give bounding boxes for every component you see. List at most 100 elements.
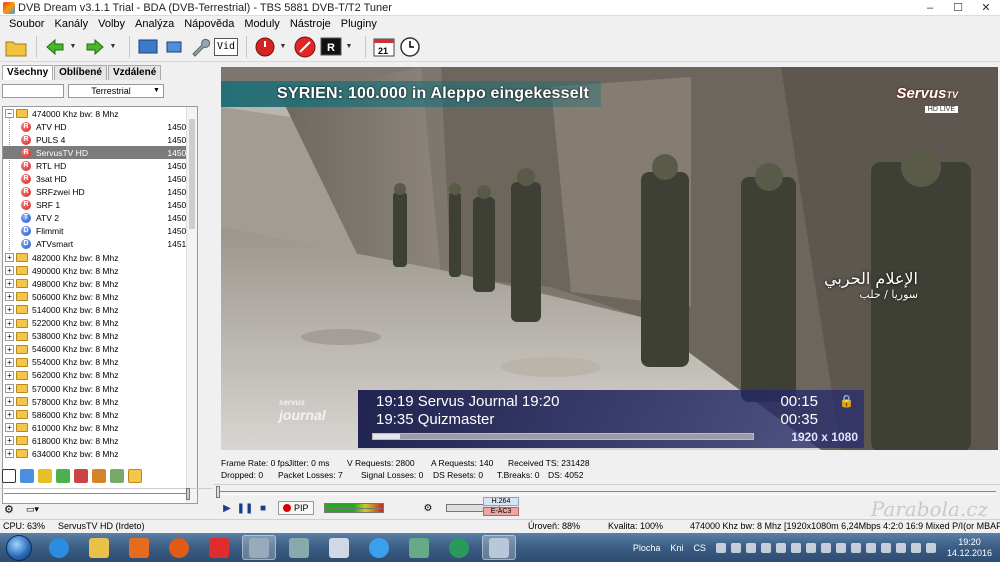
maximize-button[interactable]: ☐: [944, 0, 972, 16]
channel-row[interactable]: D ATVsmart 14510: [3, 238, 197, 251]
kni-toolbar-label[interactable]: Kni: [670, 543, 683, 553]
expand-icon[interactable]: +: [5, 384, 14, 394]
folder-small-icon[interactable]: [128, 469, 142, 483]
back-dropdown-icon[interactable]: ▼: [69, 43, 77, 50]
taskbar-scanner-icon[interactable]: [402, 535, 436, 560]
channel-row[interactable]: R PULS 4 14502: [3, 133, 197, 146]
mux-row-expanded[interactable]: − 474000 Khz bw: 8 Mhz: [3, 107, 197, 120]
expand-icon[interactable]: +: [5, 318, 14, 328]
mux-row[interactable]: +562000 Khz bw: 8 Mhz: [3, 369, 197, 382]
tray-icon[interactable]: [850, 542, 861, 553]
volume-tray-icon[interactable]: [925, 542, 936, 553]
channel-row[interactable]: D Flimmit 14509: [3, 225, 197, 238]
channel-search-input[interactable]: [2, 83, 64, 98]
tray-icon[interactable]: [820, 542, 831, 553]
screen-dropdown-icon[interactable]: ▭▾: [26, 504, 39, 515]
menu-help[interactable]: Nápověda: [179, 18, 239, 30]
tree-scrollbar[interactable]: [186, 107, 197, 503]
diamond-blue-icon[interactable]: [20, 469, 34, 483]
taskbar-firefox-icon[interactable]: [162, 535, 196, 560]
fullscreen-icon[interactable]: [136, 35, 160, 59]
tray-icon[interactable]: [715, 542, 726, 553]
calendar-icon[interactable]: 21: [372, 35, 396, 59]
diamond-green-icon[interactable]: [56, 469, 70, 483]
mux-row[interactable]: +506000 Khz bw: 8 Mhz: [3, 290, 197, 303]
heart-icon[interactable]: [74, 469, 88, 483]
mux-row[interactable]: +570000 Khz bw: 8 Mhz: [3, 382, 197, 395]
expand-icon[interactable]: +: [5, 423, 14, 433]
minus-icon[interactable]: [2, 469, 16, 483]
expand-icon[interactable]: +: [5, 357, 14, 367]
expand-icon[interactable]: +: [5, 331, 14, 341]
list-icon[interactable]: [110, 469, 124, 483]
record-icon[interactable]: [253, 35, 277, 59]
mux-row[interactable]: +610000 Khz bw: 8 Mhz: [3, 421, 197, 434]
network-icon[interactable]: [910, 542, 921, 553]
taskbar-window-icon[interactable]: [482, 535, 516, 560]
mux-row[interactable]: +586000 Khz bw: 8 Mhz: [3, 408, 197, 421]
tools-wrench-icon[interactable]: [188, 35, 212, 59]
pause-button[interactable]: ❚❚: [237, 501, 254, 515]
tab-remote[interactable]: Vzdálené: [107, 65, 162, 80]
window-mode-icon[interactable]: [162, 35, 186, 59]
play-button[interactable]: ▶: [220, 501, 234, 515]
mux-row[interactable]: +482000 Khz bw: 8 Mhz: [3, 251, 197, 264]
tray-icon[interactable]: [760, 542, 771, 553]
taskbar-explorer-icon[interactable]: [82, 535, 116, 560]
video-settings-button[interactable]: Vid: [214, 35, 238, 59]
channel-row[interactable]: R RTL HD 14504: [3, 159, 197, 172]
open-folder-icon[interactable]: [4, 35, 28, 59]
expand-icon[interactable]: +: [5, 292, 14, 302]
mux-row[interactable]: +554000 Khz bw: 8 Mhz: [3, 356, 197, 369]
expand-icon[interactable]: +: [5, 279, 14, 289]
expand-icon[interactable]: +: [5, 397, 14, 407]
menu-plugins[interactable]: Pluginy: [336, 18, 382, 30]
tray-icon[interactable]: [745, 542, 756, 553]
seek-bar[interactable]: [216, 486, 996, 498]
tray-icon[interactable]: [865, 542, 876, 553]
forward-arrow-icon[interactable]: [83, 35, 107, 59]
tab-all[interactable]: Všechny: [2, 65, 54, 80]
menu-modules[interactable]: Moduly: [239, 18, 284, 30]
minimize-button[interactable]: –: [916, 0, 944, 16]
tray-icon[interactable]: [730, 542, 741, 553]
tray-icon[interactable]: [775, 542, 786, 553]
tray-icon[interactable]: [880, 542, 891, 553]
back-arrow-icon[interactable]: [43, 35, 67, 59]
diamond-yellow-icon[interactable]: [38, 469, 52, 483]
teletext-icon[interactable]: R: [319, 35, 343, 59]
taskbar-globe-icon[interactable]: [442, 535, 476, 560]
video-display[interactable]: SYRIEN: 100.000 in Aleppo eingekesselt S…: [221, 67, 998, 450]
expand-icon[interactable]: +: [5, 436, 14, 446]
menu-channels[interactable]: Kanály: [49, 18, 93, 30]
collapse-icon[interactable]: −: [5, 109, 14, 119]
seek-knob[interactable]: [216, 486, 220, 498]
menu-file[interactable]: Soubor: [4, 18, 49, 30]
close-button[interactable]: ✕: [972, 0, 1000, 16]
channel-row[interactable]: R ATV HD 14501: [3, 120, 197, 133]
clock-icon[interactable]: [398, 35, 422, 59]
forward-dropdown-icon[interactable]: ▼: [109, 43, 117, 50]
mux-row[interactable]: +578000 Khz bw: 8 Mhz: [3, 395, 197, 408]
channel-row[interactable]: R SRF 1 14507: [3, 199, 197, 212]
language-indicator[interactable]: CS: [693, 543, 706, 553]
menu-tools[interactable]: Nástroje: [285, 18, 336, 30]
taskbar-w-icon[interactable]: [202, 535, 236, 560]
mux-row[interactable]: +618000 Khz bw: 8 Mhz: [3, 434, 197, 447]
panel-slider[interactable]: [4, 488, 190, 500]
taskbar-cloud-icon[interactable]: [362, 535, 396, 560]
expand-icon[interactable]: +: [5, 410, 14, 420]
mux-row[interactable]: +634000 Khz bw: 8 Mhz: [3, 447, 197, 460]
taskbar-dvbdream-icon[interactable]: [242, 535, 276, 560]
mux-row[interactable]: +490000 Khz bw: 8 Mhz: [3, 264, 197, 277]
taskbar-tools-icon[interactable]: [282, 535, 316, 560]
expand-icon[interactable]: +: [5, 449, 14, 459]
taskbar-calculator-icon[interactable]: [322, 535, 356, 560]
source-type-select[interactable]: Terrestrial ▼: [68, 83, 164, 98]
expand-icon[interactable]: +: [5, 344, 14, 354]
volume-icon[interactable]: ⚙: [424, 503, 433, 514]
mux-row[interactable]: +538000 Khz bw: 8 Mhz: [3, 330, 197, 343]
expand-icon[interactable]: +: [5, 253, 14, 263]
favorite-icon[interactable]: [92, 469, 106, 483]
tray-icon[interactable]: [790, 542, 801, 553]
